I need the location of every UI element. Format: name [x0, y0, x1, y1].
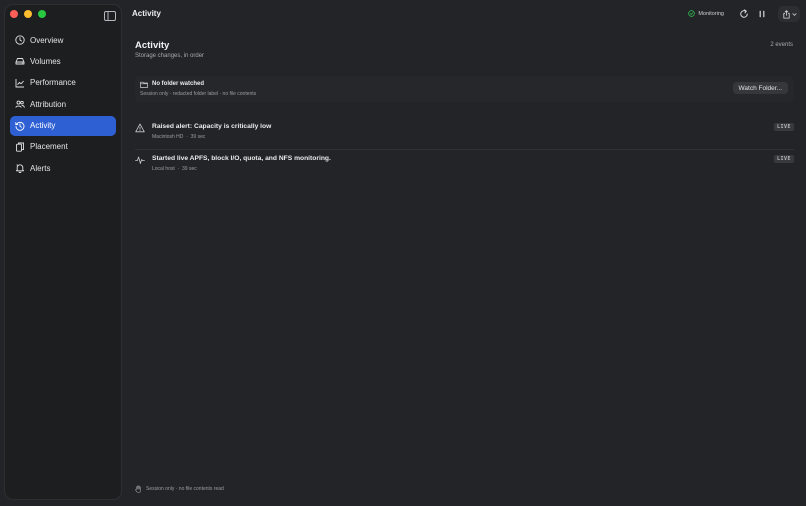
main-content: Activity Storage changes, in order 2 eve…: [122, 28, 806, 506]
folder-card-subtitle: Session only · redacted folder label · n…: [140, 91, 257, 97]
hand-icon: [135, 485, 141, 493]
people-icon: [15, 100, 25, 108]
history-icon: [15, 121, 25, 131]
drive-icon: [15, 58, 25, 65]
sidebar-item-label: Activity: [30, 121, 56, 131]
event-time: 39 sec: [182, 166, 197, 172]
warning-icon: [135, 123, 145, 133]
pause-button[interactable]: [754, 6, 770, 22]
sidebar-item-label: Attribution: [30, 99, 67, 109]
event-count: 2 events: [770, 42, 793, 48]
sidebar-item-label: Placement: [30, 142, 68, 152]
sidebar-item-activity[interactable]: Activity: [10, 115, 116, 136]
folder-watch-card: No folder watched Session only · redacte…: [135, 76, 794, 102]
minimize-window-button[interactable]: [24, 10, 32, 18]
list-item: Started live APFS, block I/O, quota, and…: [135, 149, 794, 181]
sidebar-nav: Overview Volumes Performance Attribution…: [10, 30, 116, 180]
event-source: Macintosh HD: [152, 134, 184, 140]
zoom-window-button[interactable]: [38, 10, 46, 18]
sidebar: Overview Volumes Performance Attribution…: [4, 4, 122, 500]
sidebar-item-attribution[interactable]: Attribution: [10, 94, 116, 114]
clock-icon: [15, 35, 25, 45]
sidebar-toggle-icon[interactable]: [104, 10, 116, 22]
event-title: Raised alert: Capacity is critically low: [152, 123, 272, 130]
sidebar-item-label: Volumes: [30, 56, 61, 66]
sidebar-item-label: Performance: [30, 78, 76, 88]
window-controls: [10, 10, 46, 18]
event-list: Raised alert: Capacity is critically low…: [135, 118, 794, 181]
folder-icon: [140, 81, 148, 88]
refresh-icon: [740, 9, 748, 18]
folder-card-title: No folder watched: [152, 81, 205, 87]
waveform-icon: [135, 156, 145, 164]
documents-icon: [16, 142, 24, 152]
sidebar-item-placement[interactable]: Placement: [10, 137, 116, 157]
close-window-button[interactable]: [10, 10, 18, 18]
footer-text: Session only · no file contents read: [146, 486, 224, 492]
live-badge: LIVE: [773, 155, 794, 163]
check-circle-icon: [688, 10, 696, 17]
sidebar-item-label: Alerts: [30, 163, 51, 173]
sidebar-item-overview[interactable]: Overview: [10, 30, 116, 50]
pause-icon: [759, 10, 765, 18]
sidebar-item-volumes[interactable]: Volumes: [10, 51, 116, 71]
chevron-down-icon: [791, 12, 797, 16]
sidebar-item-label: Overview: [30, 35, 64, 45]
sidebar-item-performance[interactable]: Performance: [10, 73, 116, 93]
sidebar-item-alerts[interactable]: Alerts: [10, 158, 116, 178]
page-subtitle: Storage changes, in order: [135, 53, 205, 59]
refresh-button[interactable]: [736, 6, 752, 22]
titlebar: Activity Monitoring: [122, 0, 806, 28]
share-icon: [782, 9, 790, 19]
event-separator: ·: [186, 134, 188, 140]
monitoring-status: Monitoring: [688, 10, 724, 17]
bell-icon: [15, 164, 25, 174]
list-item: Raised alert: Capacity is critically low…: [135, 118, 794, 149]
event-time: 39 sec: [190, 134, 206, 140]
event-meta: Local host · 39 sec: [152, 166, 197, 172]
window-title: Activity: [132, 9, 161, 18]
page-title: Activity: [135, 40, 170, 51]
share-menu-button[interactable]: [778, 6, 800, 22]
event-meta: Macintosh HD · 39 sec: [152, 134, 205, 140]
privacy-footer: Session only · no file contents read: [135, 485, 224, 493]
app-window: Overview Volumes Performance Attribution…: [0, 0, 806, 506]
watch-folder-button[interactable]: Watch Folder...: [732, 82, 788, 94]
live-badge: LIVE: [773, 123, 794, 131]
chart-icon: [15, 78, 24, 88]
event-title: Started live APFS, block I/O, quota, and…: [152, 155, 331, 162]
event-source: Local host: [152, 166, 175, 172]
status-label: Monitoring: [698, 10, 724, 17]
event-separator: ·: [177, 166, 180, 172]
